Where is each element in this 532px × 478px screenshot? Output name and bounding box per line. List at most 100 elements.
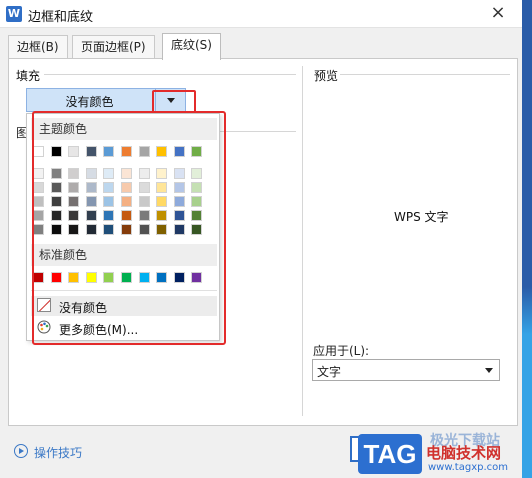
theme-shade-swatch[interactable] [85, 210, 97, 221]
theme-shade-swatch[interactable] [121, 168, 132, 179]
standard-color-swatch[interactable] [156, 272, 168, 283]
theme-shade-swatch[interactable] [68, 210, 80, 221]
fill-color-select[interactable]: 没有颜色 [26, 88, 186, 112]
theme-shade-swatch[interactable] [191, 196, 203, 207]
theme-shade-swatch[interactable] [173, 210, 185, 221]
theme-shade-swatch[interactable] [33, 224, 44, 235]
theme-color-swatch[interactable] [173, 146, 185, 157]
theme-shade-swatch[interactable] [68, 224, 80, 235]
theme-shade-swatch[interactable] [173, 196, 185, 207]
theme-shade-swatch[interactable] [173, 224, 185, 235]
theme-shade-swatch[interactable] [138, 182, 150, 193]
theme-color-swatch[interactable] [68, 146, 80, 157]
standard-color-swatch[interactable] [121, 272, 132, 283]
theme-shade-swatch[interactable] [103, 182, 115, 193]
background-window-strip [522, 0, 532, 478]
theme-shade-swatch[interactable] [121, 210, 132, 221]
theme-shade-swatch[interactable] [85, 224, 97, 235]
theme-shade-swatch[interactable] [85, 182, 97, 193]
close-icon[interactable]: × [488, 3, 508, 23]
theme-shade-swatch[interactable] [50, 196, 62, 207]
standard-color-swatch[interactable] [191, 272, 203, 283]
theme-shade-swatch[interactable] [191, 210, 203, 221]
fill-section-label: 填充 [16, 69, 41, 83]
theme-color-swatch[interactable] [103, 146, 115, 157]
theme-color-swatch[interactable] [156, 146, 168, 157]
theme-shade-swatch[interactable] [156, 224, 168, 235]
theme-shade-swatch[interactable] [50, 182, 62, 193]
fill-dropdown-arrow-button[interactable] [155, 89, 185, 111]
theme-color-swatch[interactable] [138, 146, 150, 157]
theme-shade-swatch[interactable] [33, 182, 44, 193]
theme-shade-swatch[interactable] [191, 168, 203, 179]
dialog-title: 边框和底纹 [28, 10, 94, 25]
no-color-label: 没有颜色 [59, 301, 108, 315]
theme-shade-swatch[interactable] [33, 196, 44, 207]
theme-colors-header: 主题颜色 [31, 118, 217, 140]
standard-color-swatch[interactable] [173, 272, 185, 283]
theme-shade-swatch[interactable] [103, 168, 115, 179]
theme-shade-swatch[interactable] [68, 182, 80, 193]
more-colors-menu-item[interactable]: 更多颜色(M)... [31, 318, 217, 338]
standard-color-swatch[interactable] [50, 272, 62, 283]
theme-shade-swatch[interactable] [156, 210, 168, 221]
borders-shading-dialog: W 边框和底纹 × 边框(B) 页面边框(P) 底纹(S) 填充 没有颜色 图 … [0, 0, 532, 478]
theme-shade-swatch[interactable] [156, 182, 168, 193]
no-color-menu-item[interactable]: 没有颜色 [31, 296, 217, 316]
standard-color-swatch[interactable] [103, 272, 115, 283]
standard-color-swatch[interactable] [68, 272, 80, 283]
play-circle-icon [14, 444, 28, 458]
standard-color-swatch[interactable] [138, 272, 150, 283]
theme-shade-swatch[interactable] [156, 168, 168, 179]
theme-shade-swatch[interactable] [103, 196, 115, 207]
tab-page-borders[interactable]: 页面边框(P) [72, 35, 155, 59]
theme-color-swatch[interactable] [50, 146, 62, 157]
theme-shade-swatch[interactable] [103, 210, 115, 221]
theme-shade-swatch[interactable] [50, 210, 62, 221]
operation-tips-label: 操作技巧 [34, 446, 83, 460]
theme-shade-swatch[interactable] [103, 224, 115, 235]
theme-shade-swatch[interactable] [50, 168, 62, 179]
theme-shade-swatch[interactable] [156, 196, 168, 207]
theme-shade-swatch[interactable] [68, 196, 80, 207]
standard-color-swatch[interactable] [33, 272, 44, 283]
tab-borders[interactable]: 边框(B) [8, 35, 68, 59]
preview-divider [340, 74, 510, 75]
watermark-logo: TAG [358, 434, 422, 474]
title-bar: W 边框和底纹 × [0, 0, 522, 28]
theme-shade-swatch[interactable] [121, 182, 132, 193]
apply-to-label: 应用于(L): [313, 344, 370, 358]
fill-divider [44, 74, 296, 75]
palette-icon [37, 320, 51, 334]
theme-shade-swatch[interactable] [68, 168, 80, 179]
theme-shade-swatch[interactable] [138, 224, 150, 235]
theme-shade-swatch[interactable] [191, 224, 203, 235]
theme-color-swatch[interactable] [191, 146, 203, 157]
theme-color-swatch[interactable] [121, 146, 132, 157]
watermark-url: www.tagxp.com [428, 462, 508, 473]
theme-shade-swatch[interactable] [121, 196, 132, 207]
apply-to-selected-value: 文字 [317, 365, 342, 379]
theme-shade-swatch[interactable] [173, 168, 185, 179]
theme-shade-swatch[interactable] [173, 182, 185, 193]
tab-shading[interactable]: 底纹(S) [162, 33, 221, 60]
theme-shade-swatch[interactable] [138, 168, 150, 179]
theme-shade-swatch[interactable] [50, 224, 62, 235]
theme-shade-swatch[interactable] [121, 224, 132, 235]
theme-shade-swatch[interactable] [138, 210, 150, 221]
vertical-divider [302, 66, 303, 416]
apply-to-select[interactable]: 文字 [312, 359, 500, 381]
theme-shade-swatch[interactable] [138, 196, 150, 207]
popup-separator [31, 290, 217, 291]
site-watermark: TAG 极光下载站 电脑技术网 www.tagxp.com [358, 430, 532, 478]
theme-color-swatch[interactable] [33, 146, 44, 157]
theme-shade-swatch[interactable] [33, 210, 44, 221]
more-colors-label: 更多颜色(M)... [59, 323, 139, 337]
theme-shade-swatch[interactable] [33, 168, 44, 179]
theme-shade-swatch[interactable] [85, 168, 97, 179]
theme-shade-swatch[interactable] [191, 182, 203, 193]
theme-shade-swatch[interactable] [85, 196, 97, 207]
theme-color-swatch[interactable] [85, 146, 97, 157]
color-picker-popup: 主题颜色 标准颜色 没有颜色 更多颜色(M)... [26, 113, 220, 341]
standard-color-swatch[interactable] [85, 272, 97, 283]
